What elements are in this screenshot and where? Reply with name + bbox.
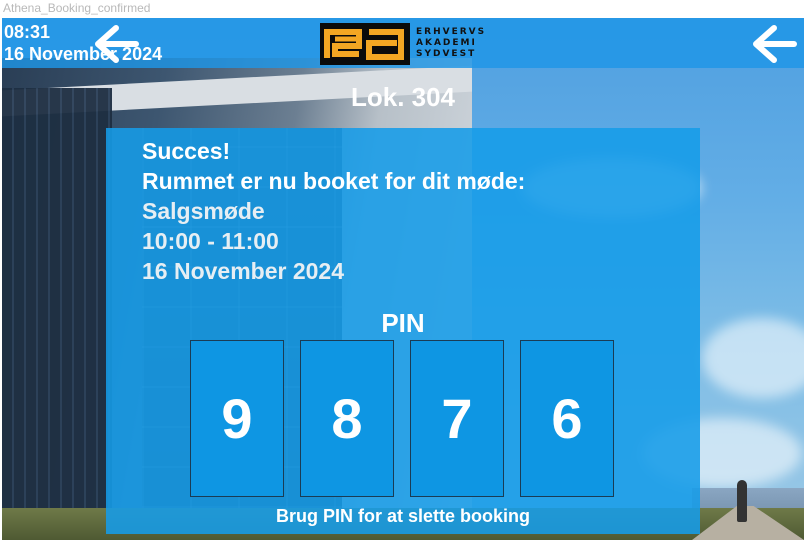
logo-mark: [320, 23, 410, 65]
frame-label: Athena_Booking_confirmed: [3, 1, 151, 15]
logo-line: SYDVEST: [416, 49, 477, 59]
pin-digit: 6: [520, 340, 614, 497]
success-heading: Succes!: [142, 138, 231, 164]
logo-line: ERHVERVS: [416, 27, 487, 37]
meeting-date: 16 November 2024: [142, 258, 345, 284]
logo-wordmark: ERHVERVS AKADEMI SYDVEST: [416, 27, 486, 60]
confirmation-panel: Succes! Rummet er nu booket for dit møde…: [106, 128, 700, 534]
pin-label: PIN: [381, 308, 425, 338]
pin-hint: Brug PIN for at slette booking: [275, 506, 530, 526]
pin-digit: 9: [190, 340, 284, 497]
cloud: [702, 318, 804, 398]
pin-digit: 8: [300, 340, 394, 497]
pin-digit: 7: [410, 340, 504, 497]
logo: ERHVERVS AKADEMI SYDVEST: [320, 23, 500, 65]
building-glass: [2, 88, 112, 508]
pin-digits: 9 8 7 6: [190, 340, 620, 498]
back-arrow-icon[interactable]: [750, 24, 798, 64]
booking-message: Rummet er nu booket for dit møde:: [142, 168, 526, 194]
top-bar: 08:31 16 November 2024 ERHVERVS AKADEMI …: [2, 18, 804, 68]
logo-line: AKADEMI: [416, 38, 477, 48]
meeting-time: 10:00 - 11:00: [142, 228, 279, 254]
person: [737, 480, 747, 522]
kiosk-screen: 08:31 16 November 2024 ERHVERVS AKADEMI …: [2, 18, 804, 540]
back-arrow-icon[interactable]: [92, 24, 140, 64]
meeting-name: Salgsmøde: [142, 198, 265, 224]
room-title: Lok. 304: [350, 82, 456, 112]
confirmation-message: Succes! Rummet er nu booket for dit møde…: [142, 136, 525, 286]
